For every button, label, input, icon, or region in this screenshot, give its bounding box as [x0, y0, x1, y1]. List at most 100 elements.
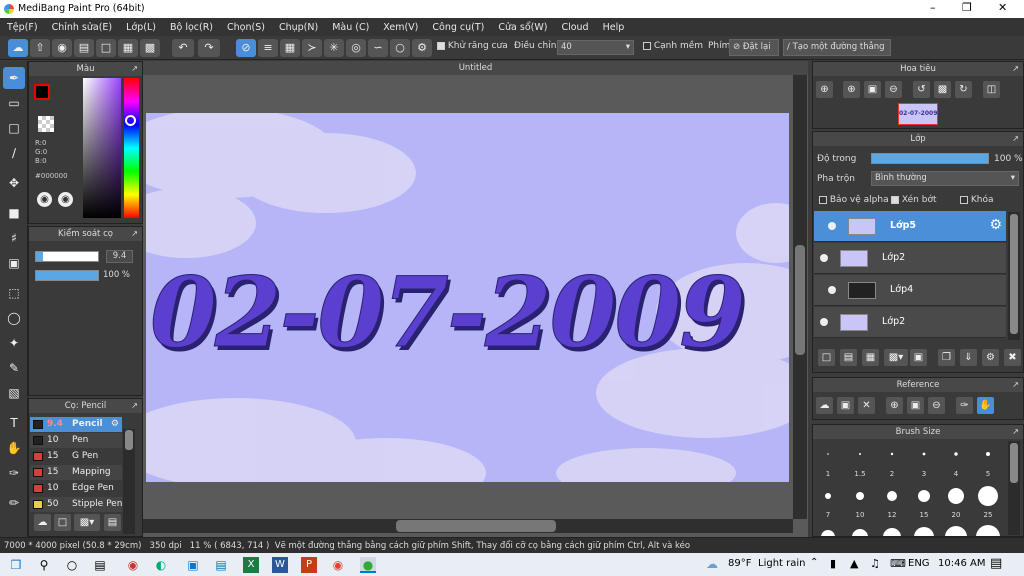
saturation-value-picker[interactable] [83, 78, 121, 218]
fit-window-icon[interactable]: ▩ [934, 81, 951, 98]
eyedropper-tool-icon[interactable]: ✑ [3, 462, 25, 484]
menu-help[interactable]: Help [603, 22, 625, 33]
popout-icon[interactable]: ↗ [131, 399, 138, 413]
layer-row-lop5[interactable]: Lớp5 ⚙ [814, 211, 1006, 242]
edge-icon[interactable]: ◐ [153, 557, 169, 573]
hand-icon[interactable]: ✋ [977, 397, 994, 414]
menu-layer[interactable]: Lớp(L) [126, 22, 156, 33]
brush-item-edge-pen[interactable]: 10 Edge Pen [30, 481, 122, 496]
brush-item-pencil[interactable]: 9.4 Pencil ⚙ [30, 417, 122, 432]
snap-settings-icon[interactable]: ⚙ [412, 39, 432, 57]
new-8bit-layer-icon[interactable]: ▦ [862, 349, 879, 366]
lock-checkbox[interactable]: Khóa [960, 195, 994, 205]
menu-filter[interactable]: Bộ lọc(R) [170, 22, 213, 33]
duplicate-layer-icon[interactable]: ❐ [938, 349, 955, 366]
protect-alpha-checkbox[interactable]: Bảo vệ alpha [819, 195, 889, 205]
menu-file[interactable]: Tệp(F) [7, 22, 38, 33]
fit-icon[interactable]: ▣ [907, 397, 924, 414]
task-view-icon[interactable]: ▤ [92, 557, 108, 573]
brush-size-scrollbar[interactable] [1008, 441, 1020, 535]
gear-icon[interactable]: ⚙ [989, 217, 1002, 233]
new-brush-icon[interactable]: □ [54, 514, 71, 531]
zoom-icon[interactable]: ⊕ [816, 81, 833, 98]
layer-row-lop2[interactable]: Lớp2 [814, 243, 1006, 274]
line-tool-icon[interactable]: ∕ [3, 142, 25, 164]
cloud-icon[interactable]: ☁ [816, 397, 833, 414]
grid-doc-icon[interactable]: ▦ [118, 39, 138, 57]
zoom-in-icon[interactable]: ⊕ [886, 397, 903, 414]
menu-window[interactable]: Cửa sổ(W) [498, 22, 547, 33]
redo-icon[interactable]: ↷ [198, 39, 220, 57]
gradient-tool-icon[interactable]: ▣ [3, 252, 25, 274]
menu-edit[interactable]: Chỉnh sửa(E) [52, 22, 113, 33]
panels-icon[interactable]: ▩ [140, 39, 160, 57]
notifications-icon[interactable]: ▤ [990, 556, 1002, 571]
brush-tool-icon[interactable]: ✒ [3, 67, 25, 89]
clock[interactable]: 10:46 AM [938, 558, 985, 569]
snap-off-icon[interactable]: ⊘ [236, 39, 256, 57]
popout-icon[interactable]: ↗ [1012, 425, 1019, 439]
clip-checkbox[interactable]: Xén bớt [891, 195, 937, 205]
zoom-out-icon[interactable]: ⊖ [928, 397, 945, 414]
layer-scrollbar[interactable] [1008, 212, 1020, 340]
radial-snap-icon[interactable]: ✳ [324, 39, 344, 57]
blend-dropdown[interactable]: Bình thường ▾ [871, 171, 1019, 186]
parallel-snap-icon[interactable]: ≡ [258, 39, 278, 57]
volume-icon[interactable]: ♫ [870, 557, 880, 570]
weather-icon[interactable]: ☁ [706, 557, 718, 571]
layer-row-lop4[interactable]: Lớp4 [814, 275, 1006, 306]
soft-edge-checkbox[interactable]: Cạnh mềm [643, 41, 703, 51]
visibility-icon[interactable] [828, 222, 836, 230]
operation-tool-icon[interactable]: ✋ [3, 437, 25, 459]
trash-icon[interactable]: ✖ [1004, 349, 1021, 366]
layer-row-lop2-b[interactable]: Lớp2 [814, 307, 1006, 338]
popout-icon[interactable]: ↗ [131, 227, 138, 241]
battery-icon[interactable]: ▮ [830, 557, 836, 570]
layer-opacity-slider[interactable] [871, 153, 989, 164]
menu-color[interactable]: Màu (C) [332, 22, 369, 33]
popout-icon[interactable]: ↗ [1012, 132, 1019, 146]
reset-button[interactable]: ⊘ Đặt lại [729, 39, 779, 56]
medibang-taskbar-icon[interactable]: ● [360, 557, 376, 573]
canvas-vertical-scrollbar[interactable] [793, 75, 807, 519]
menu-cloud[interactable]: Cloud [561, 22, 588, 33]
canvas-horizontal-scrollbar[interactable] [143, 519, 793, 533]
straight-line-button[interactable]: ∕ Tạo một đường thẳng [783, 39, 891, 56]
brush-size-value[interactable]: 9.4 [106, 250, 133, 263]
magic-wand-icon[interactable]: ✦ [3, 332, 25, 354]
excel-icon[interactable]: X [243, 557, 259, 573]
chrome-icon[interactable]: ◉ [330, 557, 346, 573]
grid-snap-icon[interactable]: ▦ [280, 39, 300, 57]
select-eraser-icon[interactable]: ▧ [3, 382, 25, 404]
fit-icon[interactable]: ▣ [864, 81, 881, 98]
brush-size-slider[interactable] [35, 251, 99, 262]
windows-start-icon[interactable]: ❒ [8, 557, 24, 573]
upload-icon[interactable]: ⇧ [30, 39, 50, 57]
curve-snap-icon[interactable]: ∽ [368, 39, 388, 57]
concentric-snap-icon[interactable]: ◎ [346, 39, 366, 57]
eyedropper-icon[interactable]: ✑ [956, 397, 973, 414]
comment-icon[interactable]: ◉ [52, 39, 72, 57]
hue-handle[interactable] [125, 115, 136, 126]
weather-temp[interactable]: 89°F [728, 558, 751, 569]
brush-item-mapping-pen[interactable]: 15Mapping Pe [30, 465, 122, 492]
visibility-icon[interactable] [820, 318, 828, 326]
select-tool-icon[interactable]: ⬚ [3, 282, 25, 304]
undo-icon[interactable]: ↶ [172, 39, 194, 57]
popout-icon[interactable]: ↗ [1012, 378, 1019, 392]
eraser-tool-icon[interactable]: ▭ [3, 92, 25, 114]
popout-icon[interactable]: ↗ [131, 62, 138, 76]
keyboard-icon[interactable]: ⌨ [890, 557, 906, 570]
shape-tool-icon[interactable]: □ [3, 117, 25, 139]
visibility-icon[interactable] [828, 286, 836, 294]
primary-color-swatch[interactable] [34, 84, 50, 100]
brush-item-g-pen[interactable]: 15 G Pen [30, 449, 122, 464]
cloud-brush-icon[interactable]: ☁ [34, 514, 51, 531]
add-layer-dropdown-icon[interactable]: ▩▾ [884, 349, 908, 366]
close-icon[interactable]: ✕ [858, 397, 875, 414]
perspective-snap-icon[interactable]: ≻ [302, 39, 322, 57]
text-tool-icon[interactable]: T [3, 412, 25, 434]
menu-select[interactable]: Chọn(S) [227, 22, 265, 33]
word-icon[interactable]: W [272, 557, 288, 573]
select-pen-icon[interactable]: ✎ [3, 357, 25, 379]
